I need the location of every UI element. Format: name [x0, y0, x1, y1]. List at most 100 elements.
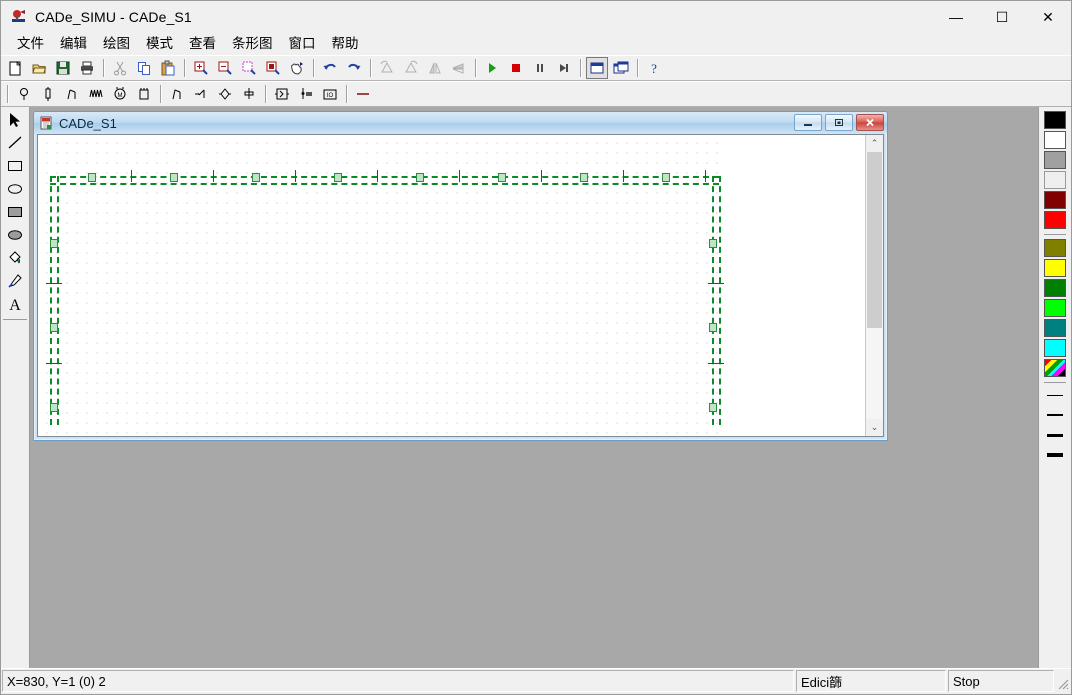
color-cyan[interactable]	[1044, 339, 1066, 357]
filled-rectangle-icon[interactable]	[3, 201, 27, 223]
step-icon[interactable]	[553, 57, 575, 79]
color-white[interactable]	[1044, 131, 1066, 149]
fuse-icon[interactable]	[37, 83, 59, 105]
color-dark-green[interactable]	[1044, 279, 1066, 297]
save-icon[interactable]	[52, 57, 74, 79]
ellipse-icon[interactable]	[3, 178, 27, 200]
scroll-up-arrow[interactable]: ⌃	[866, 135, 883, 152]
color-black[interactable]	[1044, 111, 1066, 129]
zoom-page-icon[interactable]	[262, 57, 284, 79]
contact-no-icon[interactable]	[166, 83, 188, 105]
zoom-area-icon[interactable]	[238, 57, 260, 79]
status-coordinates: X=830, Y=1 (0) 2	[2, 670, 794, 692]
toolbar-separator	[370, 59, 371, 77]
menu-edit[interactable]: 编辑	[52, 34, 95, 54]
color-rainbow[interactable]	[1044, 359, 1066, 377]
canvas-vertical-scrollbar[interactable]: ⌃ ⌄	[865, 135, 883, 436]
text-tool-icon[interactable]: A	[3, 293, 27, 315]
color-olive[interactable]	[1044, 239, 1066, 257]
rotate-right-icon[interactable]	[400, 57, 422, 79]
window-cascade-icon[interactable]	[610, 57, 632, 79]
io-module-icon[interactable]: IO	[319, 83, 341, 105]
menu-draw[interactable]: 绘图	[95, 34, 138, 54]
undo-icon[interactable]	[319, 57, 341, 79]
drawing-tools-palette: A	[1, 107, 30, 668]
resize-grip[interactable]	[1055, 670, 1071, 692]
copy-icon[interactable]	[133, 57, 155, 79]
zoom-in-icon[interactable]	[190, 57, 212, 79]
color-red[interactable]	[1044, 211, 1066, 229]
relay-block-icon[interactable]	[271, 83, 293, 105]
valve-icon[interactable]	[214, 83, 236, 105]
open-icon[interactable]	[28, 57, 50, 79]
svg-text:M: M	[118, 93, 123, 99]
zoom-out-icon[interactable]	[214, 57, 236, 79]
pan-icon[interactable]	[286, 57, 308, 79]
work-area: A CADe_S1 ⌃ ⌄	[1, 107, 1071, 668]
minimize-button[interactable]: —	[933, 1, 979, 33]
new-icon[interactable]	[4, 57, 26, 79]
child-close-button[interactable]	[856, 114, 884, 131]
scroll-track[interactable]	[866, 152, 883, 419]
schematic-canvas[interactable]	[38, 135, 865, 436]
wire-icon[interactable]	[352, 83, 374, 105]
color-light-gray[interactable]	[1044, 171, 1066, 189]
child-restore-button[interactable]	[825, 114, 853, 131]
print-icon[interactable]	[76, 57, 98, 79]
paste-icon[interactable]	[157, 57, 179, 79]
svg-text:A: A	[9, 297, 21, 313]
filled-ellipse-icon[interactable]	[3, 224, 27, 246]
mdi-client-area: CADe_S1 ⌃ ⌄	[30, 107, 1038, 668]
close-button[interactable]: ✕	[1025, 1, 1071, 33]
line-width-2[interactable]	[1044, 407, 1066, 423]
flip-vertical-icon[interactable]	[424, 57, 446, 79]
help-icon[interactable]: ?	[643, 57, 665, 79]
rectangle-icon[interactable]	[3, 155, 27, 177]
menu-mode[interactable]: 模式	[138, 34, 181, 54]
flip-horizontal-icon[interactable]	[448, 57, 470, 79]
line-width-3[interactable]	[1044, 427, 1066, 443]
child-window-client: ⌃ ⌄	[37, 134, 884, 437]
menu-help[interactable]: 帮助	[324, 34, 367, 54]
terminal-icon[interactable]	[238, 83, 260, 105]
child-minimize-button[interactable]	[794, 114, 822, 131]
fill-bucket-icon[interactable]	[3, 247, 27, 269]
run-icon[interactable]	[481, 57, 503, 79]
switch-icon[interactable]	[61, 83, 83, 105]
scroll-thumb[interactable]	[867, 152, 882, 329]
scroll-down-arrow[interactable]: ⌄	[866, 419, 883, 436]
color-dark-red[interactable]	[1044, 191, 1066, 209]
menu-view[interactable]: 查看	[181, 34, 224, 54]
line-width-1[interactable]	[1044, 387, 1066, 403]
ic-chip-icon[interactable]	[133, 83, 155, 105]
tools-separator	[3, 319, 27, 320]
pause-icon[interactable]	[529, 57, 551, 79]
child-window-controls	[794, 114, 884, 131]
contact-aux-icon[interactable]	[190, 83, 212, 105]
line-icon[interactable]	[3, 132, 27, 154]
menu-file[interactable]: 文件	[9, 34, 52, 54]
select-arrow-icon[interactable]	[3, 109, 27, 131]
window-single-icon[interactable]	[586, 57, 608, 79]
child-window-title-bar[interactable]: CADe_S1	[34, 112, 887, 134]
color-teal[interactable]	[1044, 319, 1066, 337]
status-bar: X=830, Y=1 (0) 2 Edici篩 Stop	[1, 668, 1071, 694]
toolbar-separator	[346, 85, 347, 103]
toolbar-separator	[265, 85, 266, 103]
color-gray[interactable]	[1044, 151, 1066, 169]
menu-bar-chart[interactable]: 条形图	[224, 34, 281, 54]
coil-icon[interactable]	[85, 83, 107, 105]
lamp-icon[interactable]	[13, 83, 35, 105]
line-width-4[interactable]	[1044, 447, 1066, 463]
color-yellow[interactable]	[1044, 259, 1066, 277]
maximize-button[interactable]: ☐	[979, 1, 1025, 33]
redo-icon[interactable]	[343, 57, 365, 79]
stop-icon[interactable]	[505, 57, 527, 79]
motor-icon[interactable]: M	[109, 83, 131, 105]
rotate-left-icon[interactable]	[376, 57, 398, 79]
color-green[interactable]	[1044, 299, 1066, 317]
eyedropper-icon[interactable]	[3, 270, 27, 292]
solenoid-icon[interactable]	[295, 83, 317, 105]
menu-window[interactable]: 窗口	[281, 34, 324, 54]
cut-icon[interactable]	[109, 57, 131, 79]
